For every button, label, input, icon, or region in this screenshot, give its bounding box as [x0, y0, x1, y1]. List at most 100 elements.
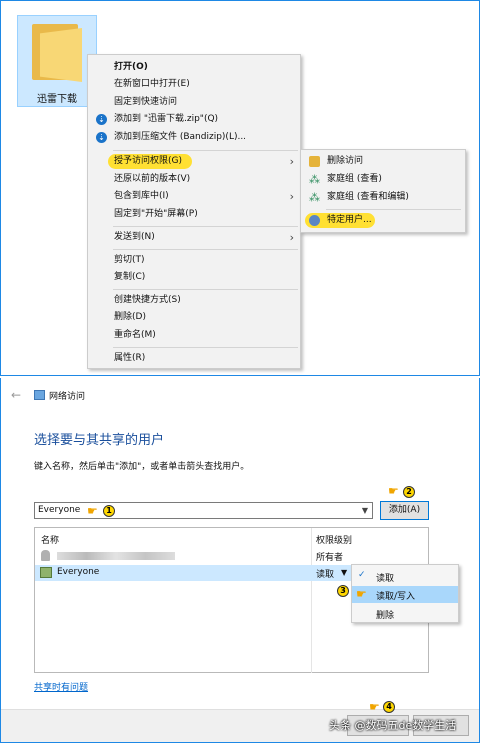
network-access-dialog: ← 网络访问 选择要与其共享的用户 键入名称，然后单击"添加"，或者单击箭头查找…	[0, 378, 480, 743]
step-badge-3: 3	[337, 585, 349, 597]
add-button[interactable]: 添加(A)	[380, 501, 429, 520]
menu-item-label: 包含到库中(I)	[114, 191, 169, 201]
watermark: 头条 @数码五de数学生活	[329, 719, 457, 732]
table-cell-permission: 所有者	[316, 553, 344, 563]
lock-icon	[309, 156, 320, 167]
user-name-combobox[interactable]: Everyone ☛ 1 ▼	[34, 502, 373, 519]
context-menu: 打开(O) 在新窗口中打开(E) 固定到快速访问 ⇣ 添加到 "迅雷下载.zip…	[87, 54, 301, 369]
pointing-hand-icon: ☛	[356, 587, 367, 601]
column-header-name[interactable]: 名称	[41, 533, 59, 546]
chevron-right-icon: ›	[289, 231, 294, 244]
help-link[interactable]: 共享时有问题	[34, 680, 88, 693]
menu-separator	[113, 289, 298, 290]
pointing-hand-icon: ☛	[87, 504, 98, 518]
everyone-group-icon	[40, 567, 52, 578]
menu-item-rename[interactable]: 重命名(M)	[88, 327, 300, 344]
menu-item-label: 发送到(N)	[114, 232, 155, 242]
submenu-item-specific-people[interactable]: 特定用户...	[301, 212, 465, 229]
submenu-item-remove-access[interactable]: 删除访问	[301, 153, 465, 170]
perm-option-read[interactable]: ✓ 读取	[352, 568, 458, 585]
chevron-right-icon: ›	[289, 190, 294, 203]
submenu-item-label: 删除访问	[327, 156, 364, 166]
menu-separator	[113, 249, 298, 250]
checkmark-icon: ✓	[358, 570, 366, 580]
folder-label: 迅雷下载	[37, 94, 77, 105]
submenu-item-label: 家庭组 (查看和编辑)	[327, 192, 409, 202]
homegroup-icon: ⁂	[309, 191, 320, 204]
column-header-permission[interactable]: 权限级别	[316, 533, 352, 546]
perm-option-label: 读取	[376, 574, 395, 584]
folder-item[interactable]: 迅雷下载	[17, 15, 97, 107]
menu-item-cut[interactable]: 剪切(T)	[88, 252, 300, 269]
dropdown-arrow-icon[interactable]: ▼	[362, 506, 368, 515]
chevron-right-icon: ›	[289, 155, 294, 168]
menu-item-label: 打开(O)	[114, 62, 148, 72]
submenu-item-homegroup-edit[interactable]: ⁂ 家庭组 (查看和编辑)	[301, 189, 465, 206]
grant-access-submenu: 删除访问 ⁂ 家庭组 (查看) ⁂ 家庭组 (查看和编辑) 特定用户...	[300, 149, 466, 233]
menu-item-label: 在新窗口中打开(E)	[114, 79, 190, 89]
menu-item-open[interactable]: 打开(O)	[88, 59, 300, 76]
permission-dropdown-arrow-icon[interactable]: ▼	[341, 568, 347, 577]
menu-item-label: 删除(D)	[114, 312, 146, 322]
blurred-owner-name	[57, 552, 175, 560]
network-access-icon	[34, 390, 45, 400]
menu-item-restore-versions[interactable]: 还原以前的版本(V)	[88, 171, 300, 188]
menu-item-send-to[interactable]: 发送到(N) ›	[88, 229, 300, 246]
user-name-input-value: Everyone	[38, 505, 81, 515]
homegroup-icon: ⁂	[309, 173, 320, 186]
user-icon	[41, 550, 50, 561]
table-row[interactable]: 所有者	[35, 548, 428, 564]
menu-item-label: 创建快捷方式(S)	[114, 295, 181, 305]
menu-item-delete[interactable]: 删除(D)	[88, 309, 300, 326]
submenu-item-homegroup-view[interactable]: ⁂ 家庭组 (查看)	[301, 171, 465, 188]
menu-item-label: 还原以前的版本(V)	[114, 174, 191, 184]
submenu-item-label: 家庭组 (查看)	[327, 174, 382, 184]
menu-item-label: 复制(C)	[114, 272, 146, 282]
dialog-heading: 选择要与其共享的用户	[34, 433, 165, 448]
pointing-hand-icon: ☛	[388, 484, 399, 498]
submenu-item-label: 特定用户...	[327, 215, 372, 225]
menu-item-label: 授予访问权限(G)	[114, 156, 182, 166]
menu-item-pin-quick-access[interactable]: 固定到快速访问	[88, 94, 300, 111]
step-badge-2: 2	[403, 486, 415, 498]
menu-separator	[326, 209, 461, 210]
explorer-context-screenshot: 迅雷下载 打开(O) 在新窗口中打开(E) 固定到快速访问 ⇣ 添加到 "迅雷下…	[0, 0, 480, 376]
menu-item-open-new-window[interactable]: 在新窗口中打开(E)	[88, 76, 300, 93]
menu-item-label: 固定到快速访问	[114, 97, 178, 107]
menu-item-label: 属性(R)	[114, 353, 146, 363]
table-cell-name: Everyone	[57, 567, 100, 577]
perm-option-read-write[interactable]: ☛ 读取/写入	[352, 586, 458, 603]
step-badge-4: 4	[383, 701, 395, 713]
menu-item-create-shortcut[interactable]: 创建快捷方式(S)	[88, 292, 300, 309]
table-cell-permission[interactable]: 读取	[316, 567, 334, 580]
menu-item-label: 添加到 "迅雷下载.zip"(Q)	[114, 114, 219, 124]
bandizip-icon: ⇣	[96, 114, 107, 125]
dialog-footer: ☛ 4 头条 @数码五de数学生活	[1, 700, 479, 742]
pointing-hand-icon: ☛	[369, 700, 380, 714]
menu-item-label: 重命名(M)	[114, 330, 156, 340]
folder-icon-front	[40, 28, 82, 82]
bandizip-icon: ⇣	[96, 132, 107, 143]
menu-item-copy[interactable]: 复制(C)	[88, 269, 300, 286]
menu-item-properties[interactable]: 属性(R)	[88, 350, 300, 367]
menu-item-label: 剪切(T)	[114, 255, 145, 265]
menu-item-pin-start[interactable]: 固定到"开始"屏幕(P)	[88, 206, 300, 223]
perm-option-label: 读取/写入	[376, 592, 416, 602]
dialog-title: 网络访问	[49, 392, 86, 402]
menu-item-label: 添加到压缩文件 (Bandizip)(L)...	[114, 132, 247, 142]
menu-item-add-zip[interactable]: ⇣ 添加到 "迅雷下载.zip"(Q)	[88, 111, 300, 128]
menu-item-add-bandizip[interactable]: ⇣ 添加到压缩文件 (Bandizip)(L)...	[88, 129, 300, 146]
users-icon	[309, 215, 320, 226]
back-arrow-icon[interactable]: ←	[11, 388, 21, 402]
permission-menu: ✓ 读取 ☛ 读取/写入 删除	[351, 564, 459, 623]
dialog-instruction: 键入名称，然后单击"添加"，或者单击箭头查找用户。	[34, 462, 250, 472]
menu-separator	[113, 347, 298, 348]
menu-separator	[113, 150, 298, 151]
menu-item-label: 固定到"开始"屏幕(P)	[114, 209, 198, 219]
perm-option-label: 删除	[376, 611, 395, 621]
menu-separator	[113, 226, 298, 227]
step-badge-1: 1	[103, 505, 115, 517]
menu-item-grant-access[interactable]: 授予访问权限(G) ›	[88, 153, 300, 170]
menu-item-include-library[interactable]: 包含到库中(I) ›	[88, 188, 300, 205]
perm-option-remove[interactable]: 删除	[352, 605, 458, 622]
